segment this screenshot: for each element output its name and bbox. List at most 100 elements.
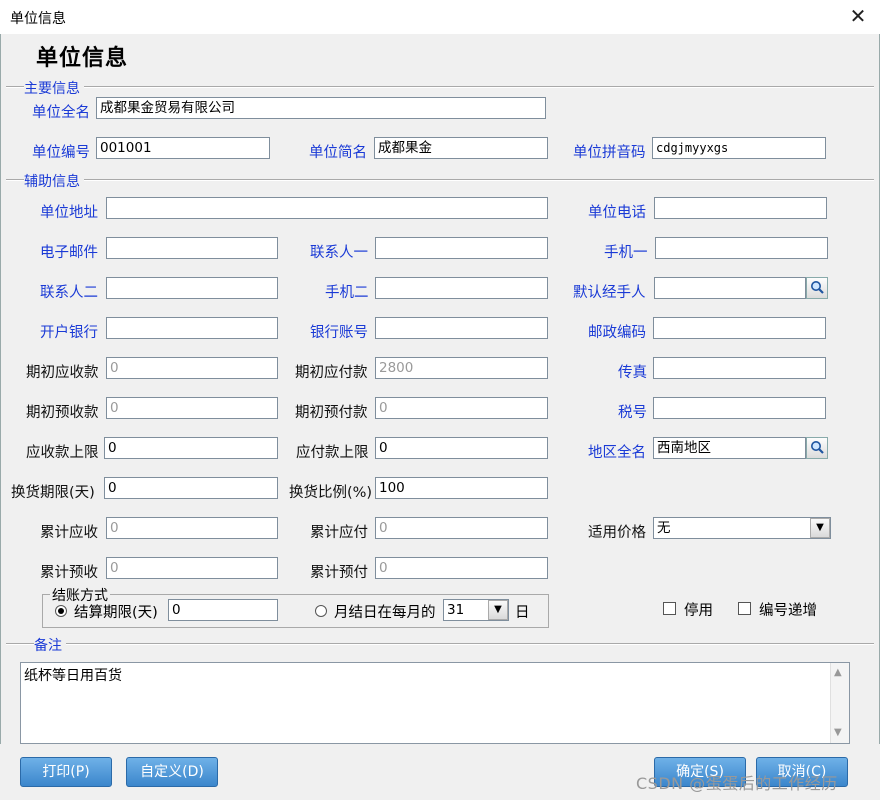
settle-period-field[interactable]: 0	[168, 599, 278, 621]
payable-limit-field[interactable]: 0	[375, 437, 548, 459]
bank-label: 开户银行	[40, 325, 98, 341]
exchange-days-field[interactable]: 0	[104, 477, 278, 499]
payable-limit-label: 应付款上限	[296, 445, 369, 461]
section-title-main: 主要信息	[24, 78, 84, 98]
scroll-down-icon[interactable]: ▼	[834, 727, 842, 738]
email-field[interactable]	[106, 237, 278, 259]
section-divider	[6, 179, 874, 181]
pinyin-label: 单位拼音码	[573, 145, 646, 161]
contact2-label: 联系人二	[40, 285, 98, 301]
mobile1-label: 手机一	[604, 245, 648, 261]
customize-button[interactable]: 自定义(D)	[126, 757, 218, 787]
monthly-day-value: 31	[447, 602, 465, 618]
tax-number-field[interactable]	[653, 397, 826, 419]
section-divider	[6, 86, 874, 88]
receivable-limit-label: 应收款上限	[26, 445, 99, 461]
init-prepaid-label: 期初预付款	[295, 405, 368, 421]
default-handler-label: 默认经手人	[573, 285, 646, 301]
price-type-label: 适用价格	[588, 525, 646, 541]
disabled-label: 停用	[684, 603, 713, 619]
total-prereceived-label: 累计预收	[40, 565, 98, 581]
page-title: 单位信息	[36, 46, 129, 71]
receivable-limit-field[interactable]: 0	[104, 437, 278, 459]
watermark-text: CSDN @蛋蛋后的工作经历	[636, 774, 838, 793]
section-title-aux: 辅助信息	[24, 171, 84, 191]
total-receivable-field[interactable]: 0	[106, 517, 278, 539]
mobile2-field[interactable]	[375, 277, 548, 299]
init-payable-label: 期初应付款	[295, 365, 368, 381]
default-handler-field[interactable]	[654, 277, 806, 299]
total-prepaid-field[interactable]: 0	[375, 557, 548, 579]
monthly-settle-label: 月结日在每月的	[334, 605, 436, 621]
phone-label: 单位电话	[588, 205, 646, 221]
scroll-up-icon[interactable]: ▲	[834, 667, 842, 678]
print-button[interactable]: 打印(P)	[20, 757, 112, 787]
region-label: 地区全名	[588, 445, 646, 461]
fullname-label: 单位全名	[32, 105, 90, 121]
contact2-field[interactable]	[106, 277, 278, 299]
chevron-down-icon: ▼	[494, 604, 502, 615]
bank-field[interactable]	[106, 317, 278, 339]
remark-scrollbar[interactable]: ▲ ▼	[830, 663, 849, 743]
section-title-remark: 备注	[34, 635, 66, 655]
exchange-ratio-label: 换货比例(%)	[289, 485, 373, 501]
close-button[interactable]: ✕	[846, 4, 870, 28]
window-titlebar: 单位信息 ✕	[0, 0, 880, 35]
chevron-down-icon: ▼	[816, 522, 824, 533]
close-icon: ✕	[849, 4, 867, 28]
region-field[interactable]: 西南地区	[653, 437, 806, 459]
init-receivable-label: 期初应收款	[26, 365, 99, 381]
mobile2-label: 手机二	[325, 285, 369, 301]
handler-lookup-button[interactable]	[806, 277, 828, 299]
pinyin-field[interactable]: cdgjmyyxgs	[652, 137, 826, 159]
init-prepaid-field[interactable]: 0	[375, 397, 548, 419]
contact1-field[interactable]	[375, 237, 548, 259]
settle-period-label: 结算期限(天)	[74, 605, 158, 621]
init-payable-field[interactable]: 2800	[375, 357, 548, 379]
remark-text: 纸杯等日用百货	[24, 668, 122, 684]
window-title: 单位信息	[10, 11, 66, 27]
total-payable-label: 累计应付	[310, 525, 368, 541]
zip-label: 邮政编码	[588, 325, 646, 341]
fax-field[interactable]	[653, 357, 826, 379]
init-receivable-field[interactable]: 0	[106, 357, 278, 379]
region-lookup-button[interactable]	[806, 437, 828, 459]
email-label: 电子邮件	[40, 245, 98, 261]
total-payable-field[interactable]: 0	[375, 517, 548, 539]
zip-field[interactable]	[653, 317, 826, 339]
total-prepaid-label: 累计预付	[310, 565, 368, 581]
monthly-settle-radio[interactable]	[315, 605, 327, 617]
code-field[interactable]: 001001	[96, 137, 270, 159]
price-type-select[interactable]: 无	[653, 517, 831, 539]
total-prereceived-field[interactable]: 0	[106, 557, 278, 579]
code-label: 单位编号	[32, 145, 90, 161]
price-type-value: 无	[657, 520, 671, 536]
account-label: 银行账号	[310, 325, 368, 341]
short-name-field[interactable]: 成都果金	[374, 137, 548, 159]
magnifier-icon	[811, 441, 824, 454]
auto-increment-label: 编号递增	[759, 603, 817, 619]
monthly-day-dropdown[interactable]: ▼	[488, 600, 508, 620]
address-label: 单位地址	[40, 205, 98, 221]
address-field[interactable]	[106, 197, 548, 219]
exchange-ratio-field[interactable]: 100	[375, 477, 548, 499]
exchange-days-label: 换货期限(天)	[11, 485, 95, 501]
phone-field[interactable]	[654, 197, 827, 219]
magnifier-icon	[811, 281, 824, 294]
tax-number-label: 税号	[618, 405, 647, 421]
short-name-label: 单位简名	[309, 145, 367, 161]
mobile1-field[interactable]	[655, 237, 828, 259]
price-type-dropdown[interactable]: ▼	[810, 518, 830, 538]
day-suffix: 日	[515, 605, 530, 621]
remark-textarea[interactable]: 纸杯等日用百货 ▲ ▼	[20, 662, 850, 744]
contact1-label: 联系人一	[310, 245, 368, 261]
settle-period-radio[interactable]	[55, 605, 67, 617]
section-divider	[6, 643, 874, 645]
init-prereceived-field[interactable]: 0	[106, 397, 278, 419]
fullname-field[interactable]: 成都果金贸易有限公司	[96, 97, 546, 119]
disabled-checkbox[interactable]	[663, 602, 676, 615]
auto-increment-checkbox[interactable]	[738, 602, 751, 615]
account-field[interactable]	[375, 317, 548, 339]
fax-label: 传真	[618, 365, 647, 381]
init-prereceived-label: 期初预收款	[26, 405, 99, 421]
